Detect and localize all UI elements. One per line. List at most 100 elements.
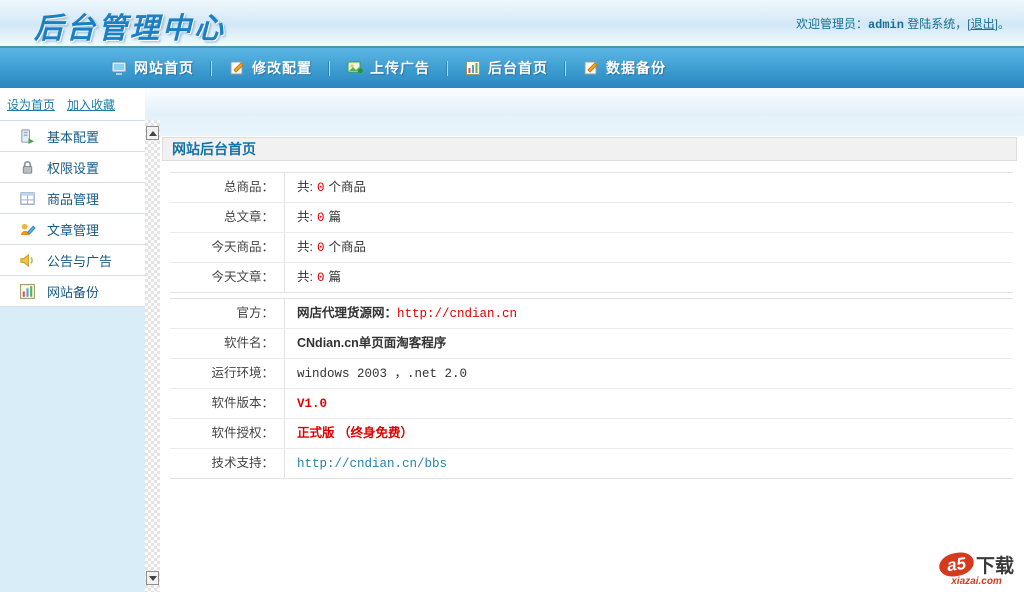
official-site-url-link[interactable]: http://cndian.cn xyxy=(397,307,517,321)
stat-count: 0 xyxy=(313,241,329,255)
info-table: 官方： 网店代理货源网：http://cndian.cn 软件名： CNdian… xyxy=(170,298,1013,479)
nav-item-upload-ad[interactable]: 上传广告 xyxy=(330,58,447,78)
table-row: 软件名： CNdian.cn单页面淘客程序 xyxy=(170,329,1013,359)
server-config-icon xyxy=(19,128,36,145)
stat-prefix: 共: xyxy=(297,210,313,224)
info-label: 技术支持： xyxy=(170,449,285,478)
welcome-middle: 登陆系统，[ xyxy=(904,17,971,31)
stat-prefix: 共: xyxy=(297,270,313,284)
sidebar-item-site-backup[interactable]: 网站备份 xyxy=(0,276,145,307)
arrow-up-icon xyxy=(149,131,157,136)
sidebar-item-label: 网站备份 xyxy=(47,282,99,301)
monitor-icon xyxy=(111,60,127,76)
support-url-link[interactable]: http://cndian.cn/bbs xyxy=(297,457,447,471)
runtime-environment: windows 2003 ，.net 2.0 xyxy=(297,367,467,381)
sidebar-item-products[interactable]: 商品管理 xyxy=(0,183,145,214)
stat-count: 0 xyxy=(313,181,329,195)
software-version: V1.0 xyxy=(297,397,327,411)
info-label: 运行环境： xyxy=(170,359,285,388)
table-row: 官方： 网店代理货源网：http://cndian.cn xyxy=(170,299,1013,329)
admin-username: admin xyxy=(868,18,904,32)
table-row: 技术支持： http://cndian.cn/bbs xyxy=(170,449,1013,479)
stats-table: 总商品： 共:0个商品 总文章： 共:0篇 今天商品： 共:0个商品 今天文章：… xyxy=(170,172,1013,293)
stat-value: 共:0个商品 xyxy=(285,173,366,202)
table-row: 软件授权： 正式版 （终身免费） xyxy=(170,419,1013,449)
lock-icon xyxy=(19,159,36,176)
info-label: 软件名： xyxy=(170,329,285,358)
nav-item-edit-config[interactable]: 修改配置 xyxy=(212,58,329,78)
stat-label: 总商品： xyxy=(170,173,285,202)
stat-prefix: 共: xyxy=(297,180,313,194)
page-header: 后台管理中心 欢迎管理员：admin 登陆系统，[退出]。 xyxy=(0,0,1024,46)
nav-label: 上传广告 xyxy=(370,58,430,78)
info-value: windows 2003 ，.net 2.0 xyxy=(285,359,467,388)
stat-value: 共:0篇 xyxy=(285,263,341,292)
a5-mark-icon: a5 xyxy=(938,551,976,579)
nav-label: 修改配置 xyxy=(252,58,312,78)
nav-item-admin-home[interactable]: 后台首页 xyxy=(448,58,565,78)
welcome-message: 欢迎管理员：admin 登陆系统，[退出]。 xyxy=(796,15,1010,32)
sidebar-item-label: 基本配置 xyxy=(47,127,99,146)
table-row: 今天商品： 共:0个商品 xyxy=(170,233,1013,263)
info-label: 官方： xyxy=(170,299,285,328)
nav-label: 后台首页 xyxy=(488,58,548,78)
stat-label: 今天文章： xyxy=(170,263,285,292)
info-value: http://cndian.cn/bbs xyxy=(285,449,447,478)
a5-logo: a5 下载 xyxy=(939,551,1014,578)
stat-suffix: 个商品 xyxy=(329,180,367,194)
welcome-suffix: ]。 xyxy=(995,17,1010,31)
official-site-name: 网店代理货源网： xyxy=(297,306,397,320)
nav-item-site-home[interactable]: 网站首页 xyxy=(94,58,211,78)
stat-suffix: 个商品 xyxy=(329,240,367,254)
info-label: 软件授权： xyxy=(170,419,285,448)
table-row: 软件版本： V1.0 xyxy=(170,389,1013,419)
sidebar: 设为首页 加入收藏 基本配置 权限设置 商品管理 文章管理 xyxy=(0,88,145,592)
nav-label: 数据备份 xyxy=(606,58,666,78)
sidebar-scrollbar[interactable] xyxy=(145,120,160,592)
welcome-prefix: 欢迎管理员： xyxy=(796,17,868,31)
table-row: 运行环境： windows 2003 ，.net 2.0 xyxy=(170,359,1013,389)
sidebar-item-label: 公告与广告 xyxy=(47,251,112,270)
nav-item-data-backup[interactable]: 数据备份 xyxy=(566,58,683,78)
main-content: 网站后台首页 总商品： 共:0个商品 总文章： 共:0篇 今天商品： 共:0个商… xyxy=(160,136,1024,592)
arrow-down-icon xyxy=(149,576,157,581)
sidebar-item-label: 文章管理 xyxy=(47,220,99,239)
sidebar-item-permissions[interactable]: 权限设置 xyxy=(0,152,145,183)
stat-count: 0 xyxy=(313,271,329,285)
site-logo: 后台管理中心 xyxy=(34,5,226,47)
info-value: 正式版 （终身免费） xyxy=(285,419,413,448)
software-name: CNdian.cn单页面淘客程序 xyxy=(297,336,446,350)
sidebar-item-basic-config[interactable]: 基本配置 xyxy=(0,121,145,152)
backup-chart-icon xyxy=(19,283,36,300)
edit-config-icon xyxy=(229,60,245,76)
article-edit-icon xyxy=(19,221,36,238)
scroll-down-button[interactable] xyxy=(146,571,159,585)
sidebar-empty-area xyxy=(0,307,145,592)
a5-download-text: 下载 xyxy=(976,551,1014,578)
add-favorite-link[interactable]: 加入收藏 xyxy=(67,96,115,113)
sidebar-item-articles[interactable]: 文章管理 xyxy=(0,214,145,245)
table-row: 今天文章： 共:0篇 xyxy=(170,263,1013,293)
stat-value: 共:0个商品 xyxy=(285,233,366,262)
scroll-up-button[interactable] xyxy=(146,126,159,140)
sidebar-item-label: 商品管理 xyxy=(47,189,99,208)
stat-count: 0 xyxy=(313,211,329,225)
upload-ad-icon xyxy=(347,60,363,76)
stat-prefix: 共: xyxy=(297,240,313,254)
logout-link[interactable]: 退出 xyxy=(971,17,995,31)
table-row: 总商品： 共:0个商品 xyxy=(170,173,1013,203)
set-home-link[interactable]: 设为首页 xyxy=(7,96,55,113)
data-backup-icon xyxy=(583,60,599,76)
stat-label: 今天商品： xyxy=(170,233,285,262)
top-navbar: 网站首页 修改配置 上传广告 后台首页 数据备份 xyxy=(0,46,1024,88)
license-type: 正式版 （终身免费） xyxy=(297,426,413,440)
page-title: 网站后台首页 xyxy=(162,137,1017,161)
stat-suffix: 篇 xyxy=(329,270,342,284)
a5-download-watermark: a5 下载 xiazai.com xyxy=(939,551,1014,587)
table-row: 总文章： 共:0篇 xyxy=(170,203,1013,233)
info-value: 网店代理货源网：http://cndian.cn xyxy=(285,299,517,328)
sidebar-item-announcements[interactable]: 公告与广告 xyxy=(0,245,145,276)
info-value: V1.0 xyxy=(285,389,327,418)
stat-value: 共:0篇 xyxy=(285,203,341,232)
admin-home-chart-icon xyxy=(465,60,481,76)
